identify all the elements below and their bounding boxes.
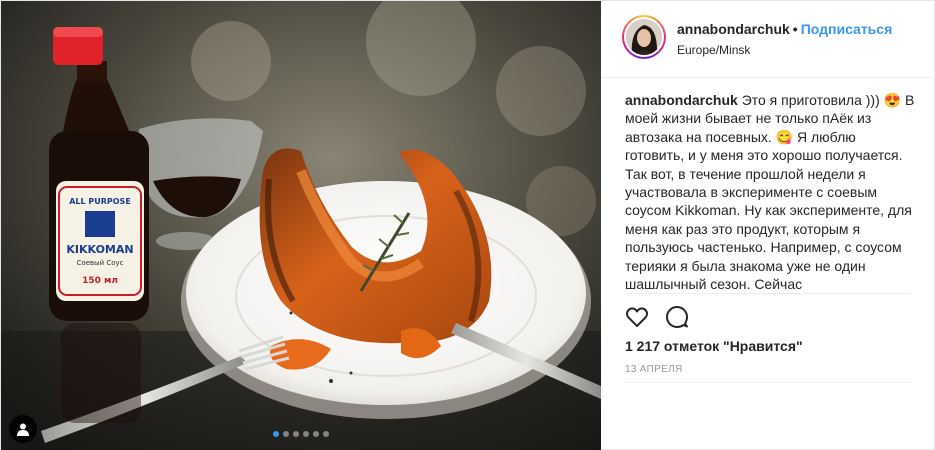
user-tag-icon — [17, 423, 29, 436]
location-link[interactable]: Europe/Minsk — [677, 43, 892, 57]
tagged-users-button[interactable] — [9, 415, 37, 443]
post-photo[interactable]: ALL PURPOSE KIKKOMAN Соевый Соус 150 мл — [1, 1, 601, 450]
carousel-dots — [1, 431, 601, 437]
carousel-dot[interactable] — [303, 431, 309, 437]
carousel-dot[interactable] — [293, 431, 299, 437]
username-link[interactable]: annabondarchuk — [677, 21, 790, 37]
caption: annabondarchuk Это я приготовила ))) 😍 В… — [625, 91, 915, 291]
actions-divider — [625, 293, 911, 294]
like-button[interactable] — [625, 305, 649, 329]
carousel-dot[interactable] — [273, 431, 279, 437]
comment-icon — [666, 306, 688, 328]
carousel-dot[interactable] — [313, 431, 319, 437]
separator-dot: • — [792, 21, 798, 37]
bottle-label-sub: Соевый Соус — [76, 259, 123, 267]
header-text: annabondarchuk • Подписаться Europe/Minsk — [677, 21, 892, 57]
carousel-dot[interactable] — [283, 431, 289, 437]
heart-icon — [625, 307, 649, 327]
photo-illustration: ALL PURPOSE KIKKOMAN Соевый Соус 150 мл — [1, 1, 601, 450]
caption-username[interactable]: annabondarchuk — [625, 92, 738, 108]
avatar-image — [626, 19, 662, 55]
post-header: annabondarchuk • Подписаться Europe/Minsk — [601, 1, 935, 78]
carousel-dot[interactable] — [323, 431, 329, 437]
like-count[interactable]: 1 217 отметок "Нравится" — [625, 338, 803, 354]
follow-button[interactable]: Подписаться — [801, 21, 893, 37]
bottle-label-volume: 150 мл — [82, 276, 118, 286]
bottom-divider — [625, 382, 911, 383]
action-icons — [625, 305, 689, 329]
comment-button[interactable] — [665, 305, 689, 329]
bottle-label-top: ALL PURPOSE — [69, 197, 131, 206]
post-date[interactable]: 13 АПРЕЛЯ — [625, 364, 682, 375]
instagram-post: ALL PURPOSE KIKKOMAN Соевый Соус 150 мл — [0, 0, 935, 450]
avatar[interactable] — [622, 15, 666, 59]
bottle-label-brand: KIKKOMAN — [66, 243, 133, 256]
caption-text: Это я приготовила ))) 😍 В моей жизни быв… — [625, 92, 915, 291]
